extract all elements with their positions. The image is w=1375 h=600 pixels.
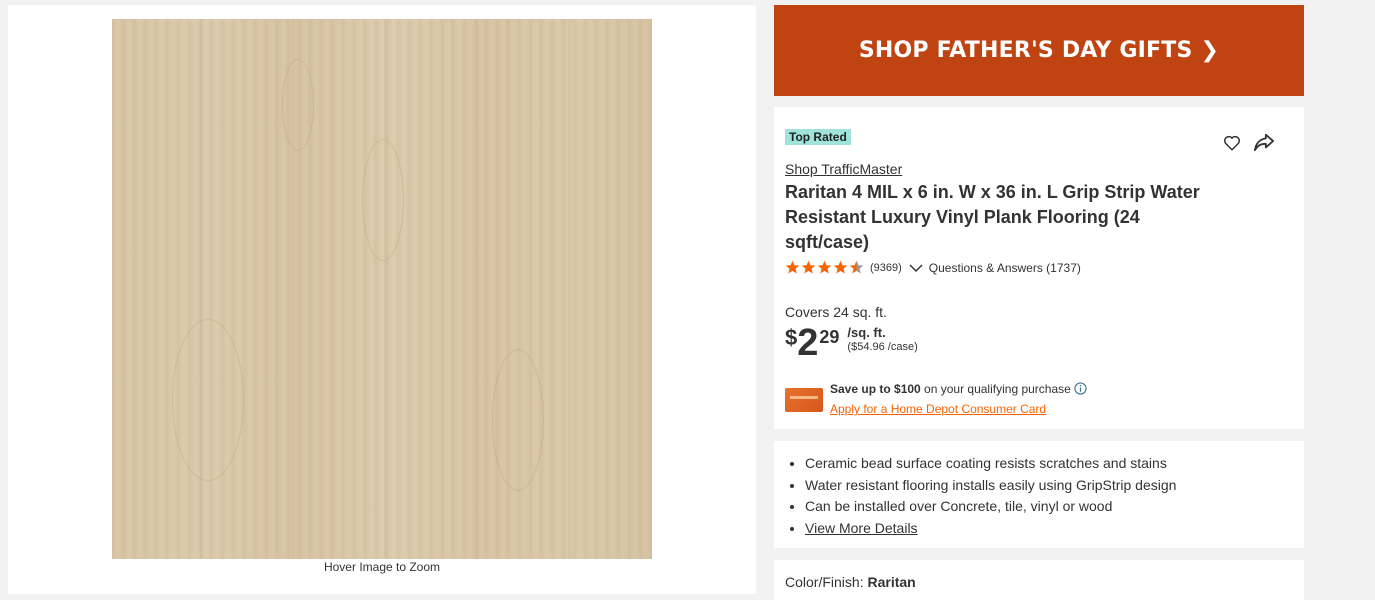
view-more-details-link[interactable]: View More Details (805, 520, 918, 536)
color-finish: Color/Finish: Raritan (785, 574, 916, 590)
product-title: Raritan 4 MIL x 6 in. W x 36 in. L Grip … (785, 182, 1200, 252)
image-panel: Hover Image to Zoom (8, 5, 756, 594)
feature-item: Water resistant flooring installs easily… (805, 475, 1176, 497)
star-full-icon (801, 260, 816, 274)
share-icon[interactable] (1253, 132, 1275, 152)
price-dollar-sign: $ (785, 325, 798, 350)
price-cents: 29 (819, 327, 840, 347)
color-finish-value: Raritan (867, 574, 916, 590)
star-rating[interactable] (785, 260, 865, 275)
info-icon[interactable] (1074, 382, 1087, 395)
product-image[interactable] (112, 19, 652, 559)
wood-grain-knot (362, 139, 404, 261)
financing-offer: Save up to $100 on your qualifying purch… (830, 382, 1087, 396)
feature-item: Can be installed over Concrete, tile, vi… (805, 496, 1176, 518)
brand-link[interactable]: Shop TrafficMaster (785, 161, 902, 177)
feature-list: Ceramic bead surface coating resists scr… (785, 453, 1176, 539)
color-finish-card: Color/Finish: Raritan (774, 560, 1304, 600)
star-half-icon (849, 260, 864, 274)
wood-grain-knot (282, 59, 314, 151)
chevron-down-icon[interactable] (909, 263, 923, 273)
price-unit-block: /sq. ft. ($54.96 /case) (847, 326, 917, 354)
wood-grain-knot (492, 349, 544, 491)
price-whole: 2 (797, 322, 819, 364)
review-count[interactable]: (9369) (870, 262, 902, 274)
chevron-right-icon: ❯ (1200, 38, 1220, 63)
star-full-icon (833, 260, 848, 274)
coverage-text: Covers 24 sq. ft. (785, 304, 887, 320)
rating-row: (9369) Questions & Answers (1737) (785, 260, 1081, 275)
heart-icon[interactable] (1223, 134, 1241, 152)
feature-item: Ceramic bead surface coating resists scr… (805, 453, 1176, 475)
star-full-icon (817, 260, 832, 274)
questions-answers-link[interactable]: Questions & Answers (1737) (929, 261, 1081, 275)
credit-card-image (785, 388, 823, 412)
product-summary-card: Top Rated Shop TrafficMaster Raritan 4 M… (774, 107, 1304, 429)
price-unit: /sq. ft. (847, 325, 886, 340)
star-full-icon (785, 260, 800, 274)
price: $ 2 29 /sq. ft. ($54.96 /case) (785, 323, 918, 363)
wood-grain-knot (172, 319, 244, 481)
view-more-item: View More Details (805, 518, 1176, 540)
fathers-day-promo-banner[interactable]: SHOP FATHER'S DAY GIFTS ❯ (774, 5, 1304, 96)
apply-consumer-card-link[interactable]: Apply for a Home Depot Consumer Card (830, 402, 1046, 416)
hover-zoom-hint: Hover Image to Zoom (323, 560, 441, 574)
promo-label: SHOP FATHER'S DAY GIFTS (858, 38, 1193, 63)
save-description: on your qualifying purchase (920, 382, 1071, 396)
highlights-card: Ceramic bead surface coating resists scr… (774, 441, 1304, 548)
top-rated-badge: Top Rated (785, 129, 851, 145)
save-amount: Save up to $100 (830, 382, 921, 396)
price-per-case: ($54.96 /case) (847, 341, 918, 353)
color-finish-label: Color/Finish: (785, 574, 868, 590)
